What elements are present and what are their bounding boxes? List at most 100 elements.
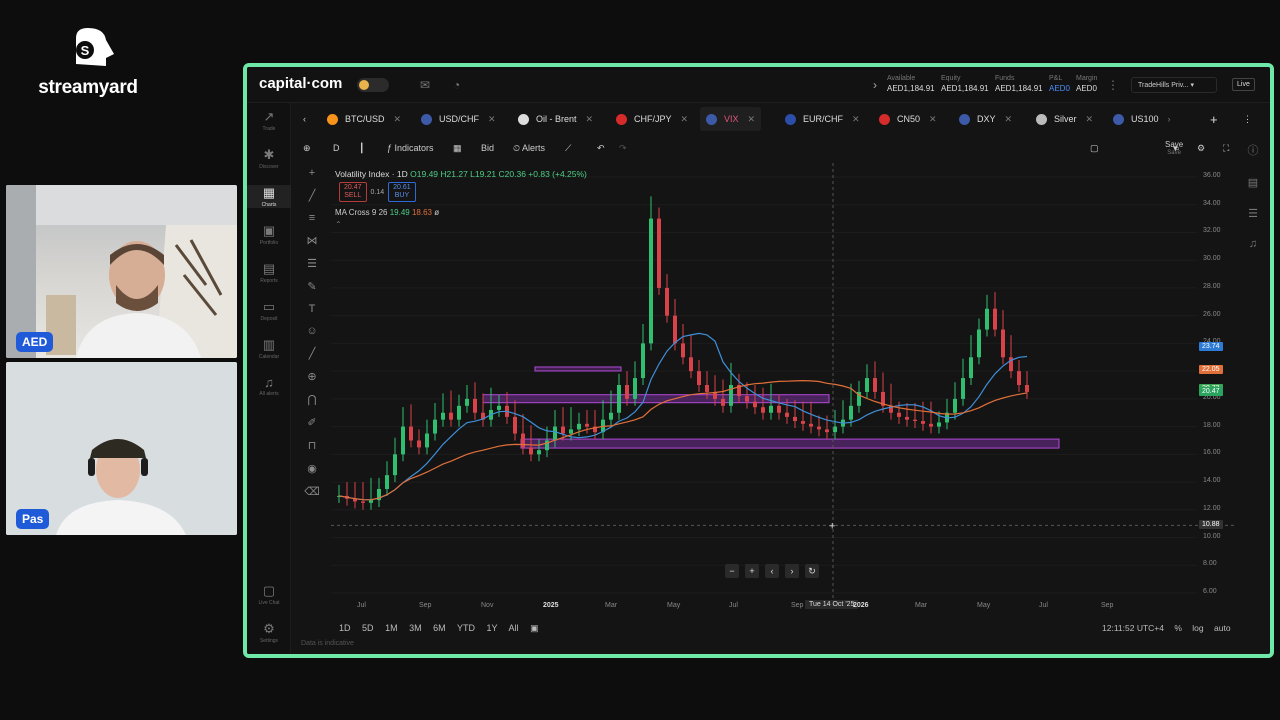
close-icon[interactable]: ✕ <box>929 114 937 125</box>
range-1y[interactable]: 1Y <box>487 623 498 633</box>
eye-icon[interactable]: ◉ <box>304 462 320 475</box>
close-icon[interactable]: ✕ <box>852 114 860 125</box>
search-icon[interactable]: ⌕ <box>1175 143 1180 154</box>
chart-svg[interactable]: + <box>331 163 1237 617</box>
crosshair-icon[interactable]: + <box>304 167 320 179</box>
pie-chart-icon[interactable]: ◔ <box>453 78 460 92</box>
tab-cn50[interactable]: CN50 ✕ <box>879 107 937 131</box>
range-ytd[interactable]: YTD <box>457 623 475 633</box>
more-vertical-icon[interactable]: ⋮ <box>1107 78 1119 92</box>
close-icon[interactable]: ✕ <box>681 114 689 125</box>
layout-icon[interactable]: ▦ <box>453 143 462 154</box>
close-icon[interactable]: ✕ <box>586 114 594 125</box>
sidebar-item-trade[interactable]: ↗ Trade <box>247 109 291 132</box>
sidebar-item-deposit[interactable]: ▭ Deposit <box>247 299 291 322</box>
time-axis[interactable]: Tue 14 Oct '25 Jul Sep Nov 2025 Mar May Jul Sep… <box>331 600 1197 616</box>
tab-silver[interactable]: Silver ✕ <box>1036 107 1093 131</box>
sidebar-item-discover[interactable]: ✱ Discover <box>247 147 291 170</box>
magnet-icon[interactable]: ⋂ <box>304 393 320 406</box>
log-toggle[interactable]: log <box>1192 623 1203 633</box>
tab-vix[interactable]: VIX ✕ <box>700 107 762 131</box>
trash-icon[interactable]: ⌫ <box>304 485 320 498</box>
scroll-right-button[interactable]: › <box>785 564 799 578</box>
close-icon[interactable]: ✕ <box>1005 114 1013 125</box>
sidebar-item-alerts[interactable]: ♫ All alerts <box>247 375 291 397</box>
tab-us100[interactable]: US100 › <box>1113 107 1171 131</box>
flag-cn-icon <box>879 113 890 125</box>
undo-icon[interactable]: ↶ <box>597 143 605 154</box>
range-3m[interactable]: 3M <box>409 623 422 633</box>
text-icon[interactable]: T <box>304 303 320 315</box>
sidebar-item-reports[interactable]: ▤ Reports <box>247 261 291 284</box>
redo-icon[interactable]: ↷ <box>619 143 627 154</box>
tab-usd-chf[interactable]: USD/CHF ✕ <box>421 107 496 131</box>
percent-toggle[interactable]: % <box>1174 623 1182 633</box>
sidebar-item-live-chat[interactable]: ▢ Live Chat <box>247 583 291 606</box>
candle-body <box>665 287 669 316</box>
add-tab-button[interactable]: + <box>1210 107 1218 131</box>
calendar-range-icon[interactable]: ▣ <box>530 623 539 633</box>
tab-btc-usd[interactable]: BTC/USD ✕ <box>327 107 401 131</box>
lock-icon[interactable]: ⊓ <box>304 439 320 452</box>
indicators-button[interactable]: ƒ Indicators <box>387 143 434 153</box>
fullscreen-box-icon[interactable]: ▢ <box>1090 143 1099 154</box>
expand-icon[interactable]: ⛶ <box>1223 143 1229 154</box>
emoji-icon[interactable]: ☺ <box>304 325 320 337</box>
zoom-in-button[interactable]: + <box>745 564 759 578</box>
price-axis[interactable]: 36.0034.0032.0030.0028.0026.0024.0022.00… <box>1197 163 1237 603</box>
range-5d[interactable]: 5D <box>362 623 374 633</box>
bell-icon[interactable]: ♫ <box>1246 238 1260 250</box>
sidebar-item-charts[interactable]: ▦ Charts <box>247 185 291 208</box>
pencil-lock-icon[interactable]: ✐ <box>304 416 320 429</box>
fib-icon[interactable]: ☰ <box>304 257 320 270</box>
more-vertical-icon[interactable]: ⋮ <box>1243 107 1252 131</box>
tab-chf-jpy[interactable]: CHF/JPY ✕ <box>616 107 688 131</box>
sidebar-item-settings[interactable]: ⚙ Settings <box>247 621 291 644</box>
account-selector[interactable]: TradeHills Priv... ▾ <box>1131 77 1217 93</box>
sell-button[interactable]: 20.47 SELL <box>339 182 367 202</box>
chevron-right-icon[interactable]: › <box>873 78 877 92</box>
price-chart[interactable]: + <box>331 163 1237 617</box>
tab-eur-chf[interactable]: EUR/CHF ✕ <box>785 107 860 131</box>
reset-chart-button[interactable]: ↻ <box>805 564 819 578</box>
ruler-icon[interactable]: ╱ <box>304 347 320 360</box>
range-all[interactable]: All <box>509 623 519 633</box>
zoom-in-icon[interactable]: ⊕ <box>304 370 320 383</box>
scroll-left-button[interactable]: ‹ <box>765 564 779 578</box>
info-icon[interactable]: ⓘ <box>1246 142 1260 158</box>
ma-label: MA Cross 9 26 <box>335 208 388 217</box>
interval-selector[interactable]: D <box>333 143 340 153</box>
range-1d[interactable]: 1D <box>339 623 351 633</box>
trendline-icon[interactable]: ╱ <box>304 189 320 202</box>
sidebar-item-portfolio[interactable]: ▣ Portfolio <box>247 223 291 246</box>
sidebar-item-calendar[interactable]: ▥ Calendar <box>247 337 291 360</box>
close-icon[interactable]: ✕ <box>488 114 496 125</box>
close-icon[interactable]: ✕ <box>1086 114 1094 125</box>
collapse-legend-icon[interactable]: ⌃ <box>335 220 439 229</box>
close-icon[interactable]: ✕ <box>748 114 756 125</box>
auto-toggle[interactable]: auto <box>1214 623 1231 633</box>
mail-icon[interactable]: ✉ <box>420 78 430 92</box>
ma-settings-icon[interactable]: ø <box>434 208 439 217</box>
range-1m[interactable]: 1M <box>385 623 398 633</box>
tab-dxy[interactable]: DXY ✕ <box>959 107 1012 131</box>
list-icon[interactable]: ☰ <box>1246 207 1260 220</box>
horizontal-lines-icon[interactable]: ≡ <box>304 212 320 224</box>
close-icon[interactable]: ✕ <box>394 114 402 125</box>
theme-toggle[interactable] <box>357 78 389 92</box>
gear-icon[interactable]: ⚙ <box>1197 143 1205 154</box>
range-6m[interactable]: 6M <box>433 623 446 633</box>
pitchfork-icon[interactable]: ⋈ <box>304 234 320 247</box>
tab-oil-brent[interactable]: Oil - Brent ✕ <box>518 107 593 131</box>
watchlist-icon[interactable]: ▤ <box>1246 176 1260 189</box>
buy-button[interactable]: 20.61 BUY <box>388 182 416 202</box>
alerts-button[interactable]: ⏲ Alerts <box>513 143 545 154</box>
replay-icon[interactable]: ⟋ <box>565 143 571 154</box>
zoom-out-button[interactable]: − <box>725 564 739 578</box>
candles-icon[interactable]: ┃ <box>359 143 364 154</box>
tabs-back-button[interactable]: ‹ <box>303 107 306 131</box>
close-icon[interactable]: › <box>1168 114 1171 124</box>
price-type-selector[interactable]: Bid <box>481 143 494 153</box>
brush-icon[interactable]: ✎ <box>304 280 320 293</box>
add-symbol-icon[interactable]: ⊕ <box>303 143 311 154</box>
